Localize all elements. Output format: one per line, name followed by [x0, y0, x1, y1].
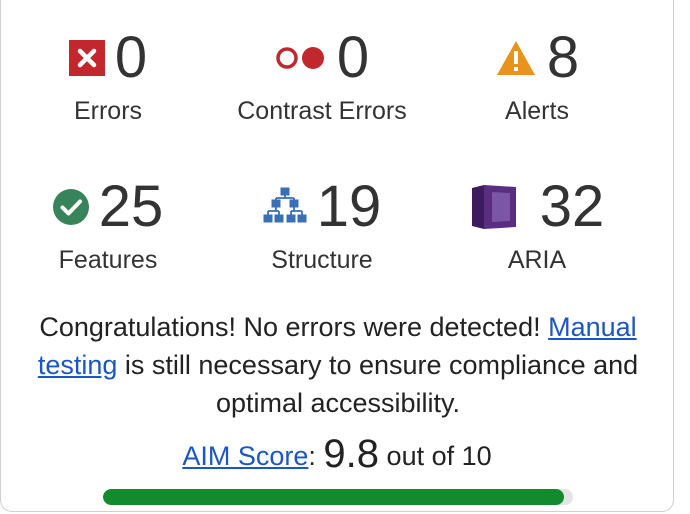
congratulations-message: Congratulations! No errors were detected… — [8, 308, 668, 422]
contrast-errors-label: Contrast Errors — [237, 97, 407, 125]
error-x-icon — [68, 40, 105, 76]
features-count: 25 — [98, 174, 164, 239]
contrast-circles-icon — [275, 45, 327, 71]
warning-triangle-icon — [495, 39, 537, 77]
stat-alerts: 8 Alerts — [422, 28, 652, 126]
stat-aria: 32 ARIA — [422, 177, 652, 275]
message-text-continued: is still necessary to ensure compliance … — [117, 350, 639, 418]
aim-score-separator: : — [308, 441, 316, 471]
structure-label: Structure — [271, 246, 373, 274]
stat-structure: 19 Structure — [207, 177, 437, 275]
stat-features: 25 Features — [0, 177, 223, 275]
errors-label: Errors — [73, 97, 143, 125]
contrast-errors-count: 0 — [336, 25, 370, 90]
aim-score-value: 9.8 — [323, 432, 380, 476]
check-circle-icon — [52, 189, 89, 225]
stat-errors: 0 Errors — [0, 28, 223, 126]
alerts-count: 8 — [546, 25, 580, 90]
aria-count: 32 — [539, 174, 605, 239]
hierarchy-icon — [263, 187, 307, 227]
aim-score-progress-fill — [103, 489, 564, 505]
aim-score-suffix: out of 10 — [386, 441, 492, 471]
structure-count: 19 — [316, 174, 382, 239]
message-text: Congratulations! No errors were detected… — [39, 312, 549, 342]
errors-count: 0 — [114, 25, 148, 90]
stat-contrast-errors: 0 Contrast Errors — [207, 28, 437, 126]
features-label: Features — [58, 246, 158, 274]
aim-score-progress-bar — [103, 489, 573, 505]
aim-score-link[interactable]: AIM Score — [182, 441, 308, 471]
aim-score: AIM Score: 9.8 out of 10 — [0, 432, 674, 477]
alerts-label: Alerts — [505, 97, 569, 125]
aria-label: ARIA — [507, 246, 567, 274]
aria-box-icon — [470, 184, 518, 230]
